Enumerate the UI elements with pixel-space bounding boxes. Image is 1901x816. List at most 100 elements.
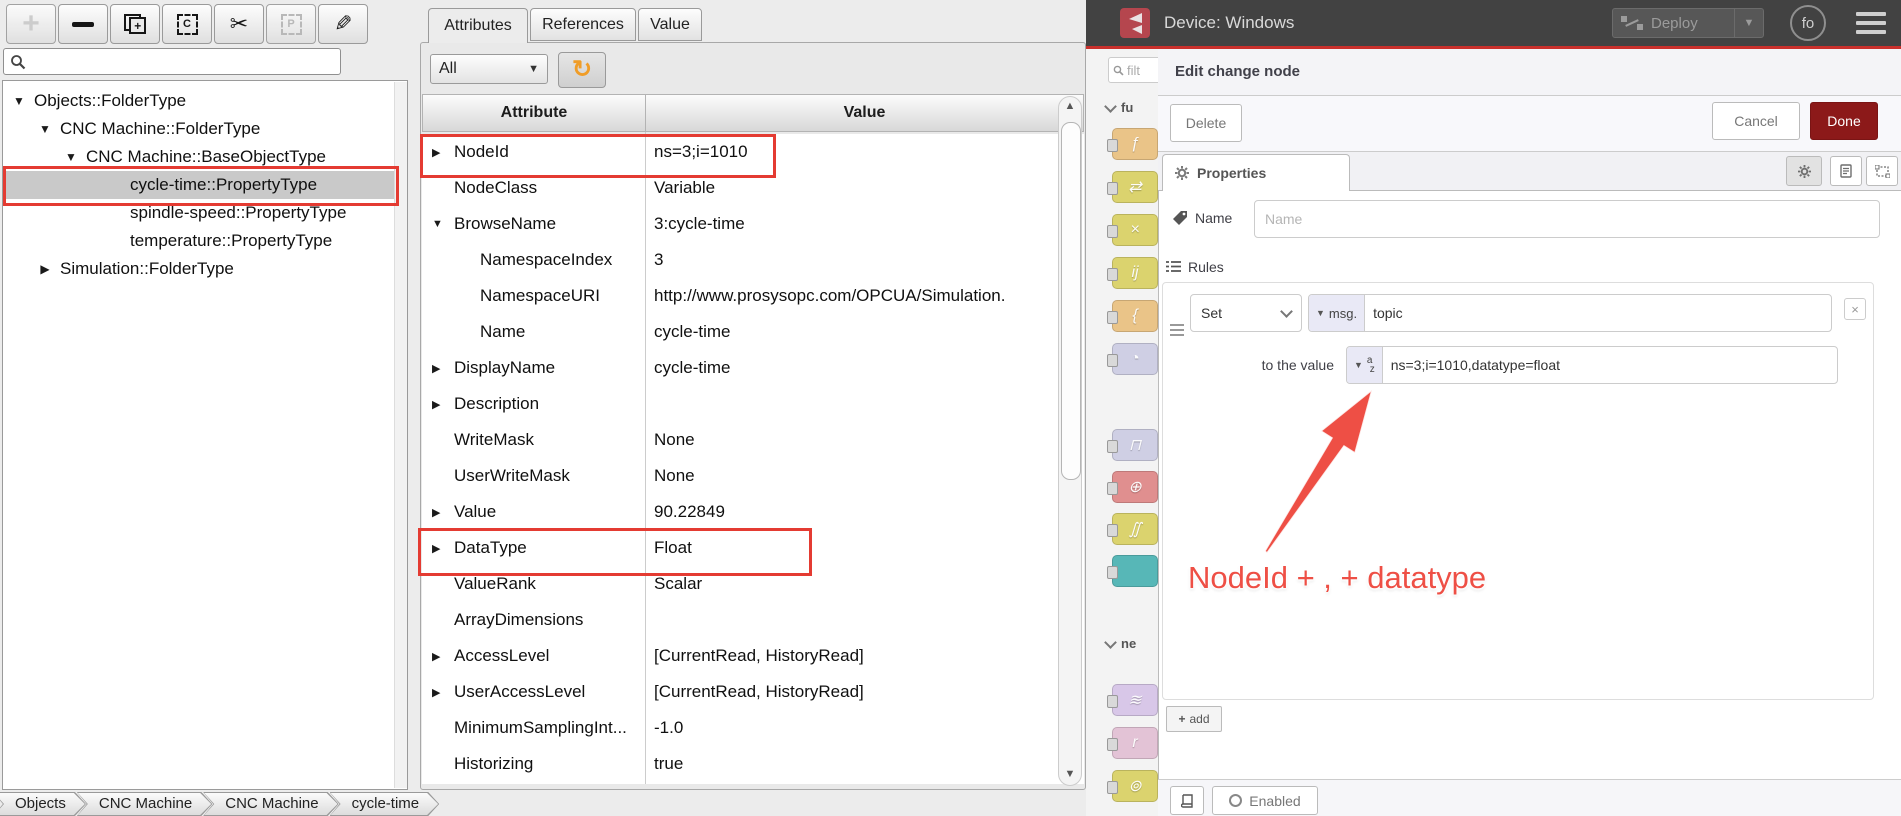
column-header-value[interactable]: Value: [645, 94, 1084, 132]
rule-property-value[interactable]: topic: [1365, 295, 1831, 331]
cut-button[interactable]: ✂: [214, 4, 264, 44]
exec-node[interactable]: ⊕: [1107, 471, 1158, 503]
typedinput-type-button[interactable]: ▼ a z: [1347, 347, 1383, 383]
row-expander-icon[interactable]: ▶: [432, 506, 446, 519]
add-node-button[interactable]: +: [6, 4, 56, 44]
typedinput-type-button[interactable]: ▼ msg.: [1309, 295, 1366, 331]
refresh-button[interactable]: ↻: [558, 52, 606, 88]
tree-row[interactable]: temperature::PropertyType: [3, 227, 407, 255]
node-info-button[interactable]: [1170, 786, 1204, 815]
done-button[interactable]: Done: [1810, 102, 1878, 140]
tree-expander-icon[interactable]: ▼: [63, 150, 79, 164]
annotation-box-tree-row: [3, 166, 399, 206]
edit-icon: ✎: [333, 11, 353, 36]
row-expander-icon[interactable]: ▶: [432, 362, 446, 375]
tab-attributes[interactable]: Attributes: [428, 8, 528, 43]
edit-button[interactable]: ✎: [318, 4, 368, 44]
tree-search-input[interactable]: [3, 48, 341, 75]
delay-node[interactable]: ◔: [1107, 343, 1158, 375]
node-appearance-button[interactable]: [1866, 156, 1898, 186]
function-node[interactable]: ƒ: [1107, 128, 1158, 160]
change-node[interactable]: ×: [1107, 214, 1158, 246]
search-icon: [11, 54, 26, 69]
table-row[interactable]: ▶ UserAccessLevel [CurrentRead, HistoryR…: [422, 674, 1084, 710]
deploy-button[interactable]: Deploy ▼: [1612, 8, 1764, 38]
trigger-node[interactable]: ⊓: [1107, 429, 1158, 461]
palette-category-function[interactable]: fu: [1104, 99, 1133, 115]
rule-value[interactable]: ns=3;i=1010,datatype=float: [1383, 347, 1837, 383]
tree-row[interactable]: ▼ Objects::FolderType: [3, 87, 407, 115]
table-row[interactable]: UserWriteMask None: [422, 458, 1084, 494]
rule-action-select[interactable]: Set: [1190, 294, 1302, 332]
table-row[interactable]: ▶ DisplayName cycle-time: [422, 350, 1084, 386]
table-row[interactable]: ▶ AccessLevel [CurrentRead, HistoryRead]: [422, 638, 1084, 674]
breadcrumb-item[interactable]: CNC Machine: [203, 792, 338, 816]
tab-references[interactable]: References: [530, 8, 636, 41]
table-row[interactable]: NamespaceURI http://www.prosysopc.com/OP…: [422, 278, 1084, 314]
rule-drag-handle[interactable]: [1170, 324, 1184, 336]
open-in-window-button[interactable]: +: [110, 4, 160, 44]
table-row[interactable]: ▶ Description: [422, 386, 1084, 422]
row-expander-icon[interactable]: ▶: [432, 686, 446, 699]
attribute-value: -1.0: [654, 718, 684, 737]
row-expander-icon[interactable]: ▶: [432, 650, 446, 663]
chevron-down-icon: ▼: [528, 63, 539, 75]
attribute-filter-select[interactable]: All ▼: [430, 54, 548, 84]
scroll-down-icon[interactable]: ▼: [1061, 768, 1079, 780]
delete-button[interactable]: Delete: [1170, 104, 1242, 142]
palette-category-network[interactable]: ne: [1104, 635, 1136, 651]
column-divider[interactable]: [645, 132, 646, 784]
copy-button[interactable]: C: [162, 4, 212, 44]
scrollbar-thumb[interactable]: [1061, 122, 1081, 480]
tab-properties[interactable]: Properties: [1162, 154, 1350, 191]
deploy-options-caret[interactable]: ▼: [1735, 17, 1763, 29]
table-row[interactable]: MinimumSamplingInt... -1.0: [422, 710, 1084, 746]
attribute-value: Variable: [654, 178, 716, 197]
tree-expander-icon[interactable]: ▶: [37, 262, 53, 276]
websocket-node[interactable]: ⊚: [1107, 770, 1158, 802]
table-row[interactable]: ArrayDimensions: [422, 602, 1084, 638]
table-row[interactable]: NamespaceIndex 3: [422, 242, 1084, 278]
filter-node[interactable]: ∬: [1107, 513, 1158, 545]
range-node[interactable]: ij: [1107, 257, 1158, 289]
tree-expander-icon[interactable]: ▼: [37, 122, 53, 136]
tree-expander-icon[interactable]: ▼: [11, 94, 27, 108]
node-port: [1107, 225, 1118, 238]
scroll-up-icon[interactable]: ▲: [1061, 100, 1079, 112]
breadcrumb-item[interactable]: cycle-time: [330, 792, 440, 816]
node-settings-button[interactable]: [1786, 156, 1822, 186]
rule-property-typedinput[interactable]: ▼ msg. topic: [1308, 294, 1832, 332]
switch-node[interactable]: ⇄: [1107, 171, 1158, 203]
mqtt-node[interactable]: ≋: [1107, 684, 1158, 716]
main-menu-button[interactable]: [1856, 12, 1886, 34]
cancel-button[interactable]: Cancel: [1712, 102, 1800, 140]
template-node[interactable]: {: [1107, 300, 1158, 332]
table-row[interactable]: WriteMask None: [422, 422, 1084, 458]
user-avatar[interactable]: fo: [1790, 5, 1826, 41]
table-row[interactable]: Name cycle-time: [422, 314, 1084, 350]
table-row[interactable]: ▼ BrowseName 3:cycle-time: [422, 206, 1084, 242]
add-rule-button[interactable]: + add: [1166, 706, 1222, 732]
breadcrumb-item[interactable]: CNC Machine: [77, 792, 212, 816]
attribute-value: 3:cycle-time: [654, 214, 745, 233]
nodered-logo-icon: [1120, 8, 1150, 38]
name-input[interactable]: [1254, 200, 1880, 238]
column-header-attribute[interactable]: Attribute: [422, 94, 646, 132]
tree-row[interactable]: ▶ Simulation::FolderType: [3, 255, 407, 283]
table-row[interactable]: Historizing true: [422, 746, 1084, 782]
remove-icon: [72, 21, 94, 27]
tab-value[interactable]: Value: [638, 8, 702, 41]
rule-remove-button[interactable]: ×: [1844, 298, 1866, 320]
paste-button[interactable]: P: [266, 4, 316, 44]
status-node[interactable]: [1107, 555, 1158, 587]
table-row[interactable]: ▶ Value 90.22849: [422, 494, 1084, 530]
breadcrumb-item[interactable]: Objects: [0, 792, 86, 816]
remove-node-button[interactable]: [58, 4, 108, 44]
row-expander-icon[interactable]: ▼: [432, 218, 446, 230]
row-expander-icon[interactable]: ▶: [432, 398, 446, 411]
node-description-button[interactable]: [1830, 156, 1862, 186]
http-node[interactable]: r: [1107, 727, 1158, 759]
enabled-toggle-button[interactable]: Enabled: [1212, 786, 1318, 815]
tree-row[interactable]: ▼ CNC Machine::FolderType: [3, 115, 407, 143]
rule-value-typedinput[interactable]: ▼ a z ns=3;i=1010,datatype=float: [1346, 346, 1838, 384]
